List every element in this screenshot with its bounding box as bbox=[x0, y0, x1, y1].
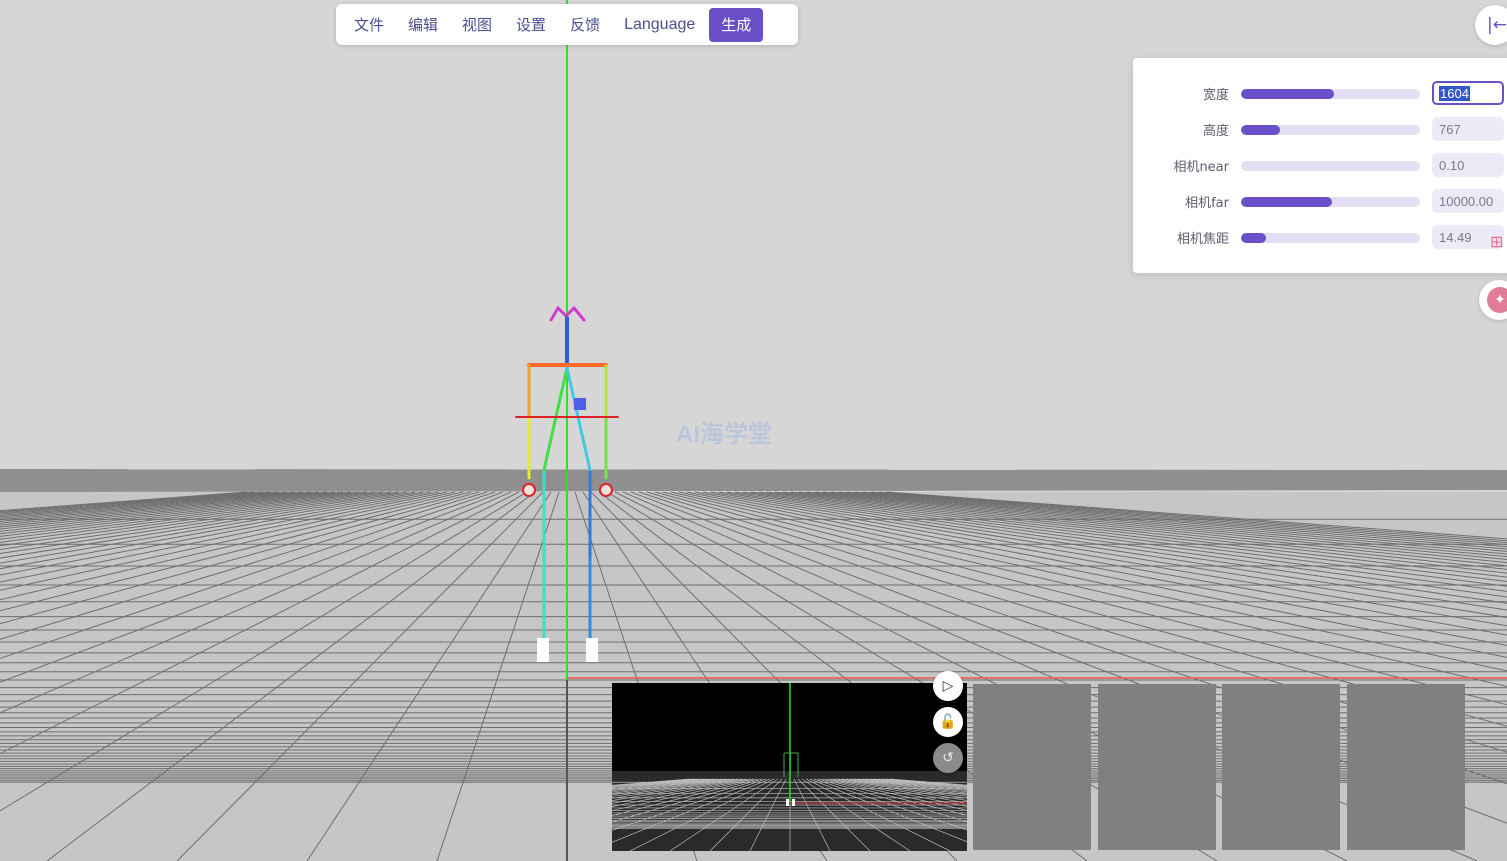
camera-near-slider[interactable] bbox=[1241, 161, 1420, 171]
camera-settings-panel: 宽度 1604 高度 767 相机near 0.10 相机far 10000.0… bbox=[1133, 58, 1507, 273]
menu-edit[interactable]: 编辑 bbox=[396, 8, 450, 42]
preview-render-main[interactable] bbox=[612, 683, 967, 851]
width-row: 宽度 1604 bbox=[1133, 81, 1507, 105]
unlock-icon[interactable]: 🔓 bbox=[933, 707, 963, 737]
watermark-text: AI海学堂 bbox=[676, 421, 772, 448]
camera-focal-label: 相机焦距 bbox=[1176, 232, 1229, 247]
camera-far-input[interactable]: 10000.00 bbox=[1432, 189, 1504, 213]
camera-far-row: 相机far 10000.00 bbox=[1133, 189, 1507, 213]
width-slider[interactable] bbox=[1241, 89, 1420, 99]
menu-language[interactable]: Language bbox=[612, 8, 707, 42]
height-label: 高度 bbox=[1202, 124, 1229, 139]
height-row: 高度 767 bbox=[1133, 117, 1507, 141]
menu-view[interactable]: 视图 bbox=[450, 8, 504, 42]
height-input[interactable]: 767 bbox=[1432, 117, 1504, 141]
menu-feedback[interactable]: 反馈 bbox=[558, 8, 612, 42]
play-icon[interactable]: ▷ bbox=[933, 671, 963, 701]
output-thumbnail-4[interactable] bbox=[1347, 684, 1465, 850]
collapse-panel-icon[interactable]: |← bbox=[1475, 5, 1507, 45]
camera-focal-slider[interactable] bbox=[1241, 233, 1420, 243]
camera-near-input[interactable]: 0.10 bbox=[1432, 153, 1504, 177]
height-slider[interactable] bbox=[1241, 125, 1420, 135]
preview-scene bbox=[612, 683, 967, 851]
output-thumbnail-2[interactable] bbox=[1098, 684, 1216, 850]
camera-far-slider[interactable] bbox=[1241, 197, 1420, 207]
output-thumbnail-3[interactable] bbox=[1222, 684, 1340, 850]
undo-icon[interactable]: ↺ bbox=[933, 743, 963, 773]
camera-near-row: 相机near 0.10 bbox=[1133, 153, 1507, 177]
camera-focal-row: 相机焦距 14.49 bbox=[1133, 225, 1507, 249]
menu-file[interactable]: 文件 bbox=[342, 8, 396, 42]
floor-horizon-band bbox=[0, 469, 1507, 492]
grid-icon[interactable]: ⊞ bbox=[1490, 232, 1507, 254]
camera-near-label: 相机near bbox=[1173, 160, 1229, 175]
top-menu-bar: 文件 编辑 视图 设置 反馈 Language 生成 bbox=[336, 4, 798, 45]
menu-settings[interactable]: 设置 bbox=[504, 8, 558, 42]
camera-far-label: 相机far bbox=[1185, 196, 1229, 211]
width-label: 宽度 bbox=[1202, 88, 1229, 103]
output-thumbnail-1[interactable] bbox=[973, 684, 1091, 850]
width-input[interactable]: 1604 bbox=[1432, 81, 1504, 105]
assistant-icon: ✦ bbox=[1487, 287, 1507, 313]
generate-button[interactable]: 生成 bbox=[709, 7, 764, 42]
preview-toolbar: ▷ 🔓 ↺ bbox=[933, 671, 965, 779]
